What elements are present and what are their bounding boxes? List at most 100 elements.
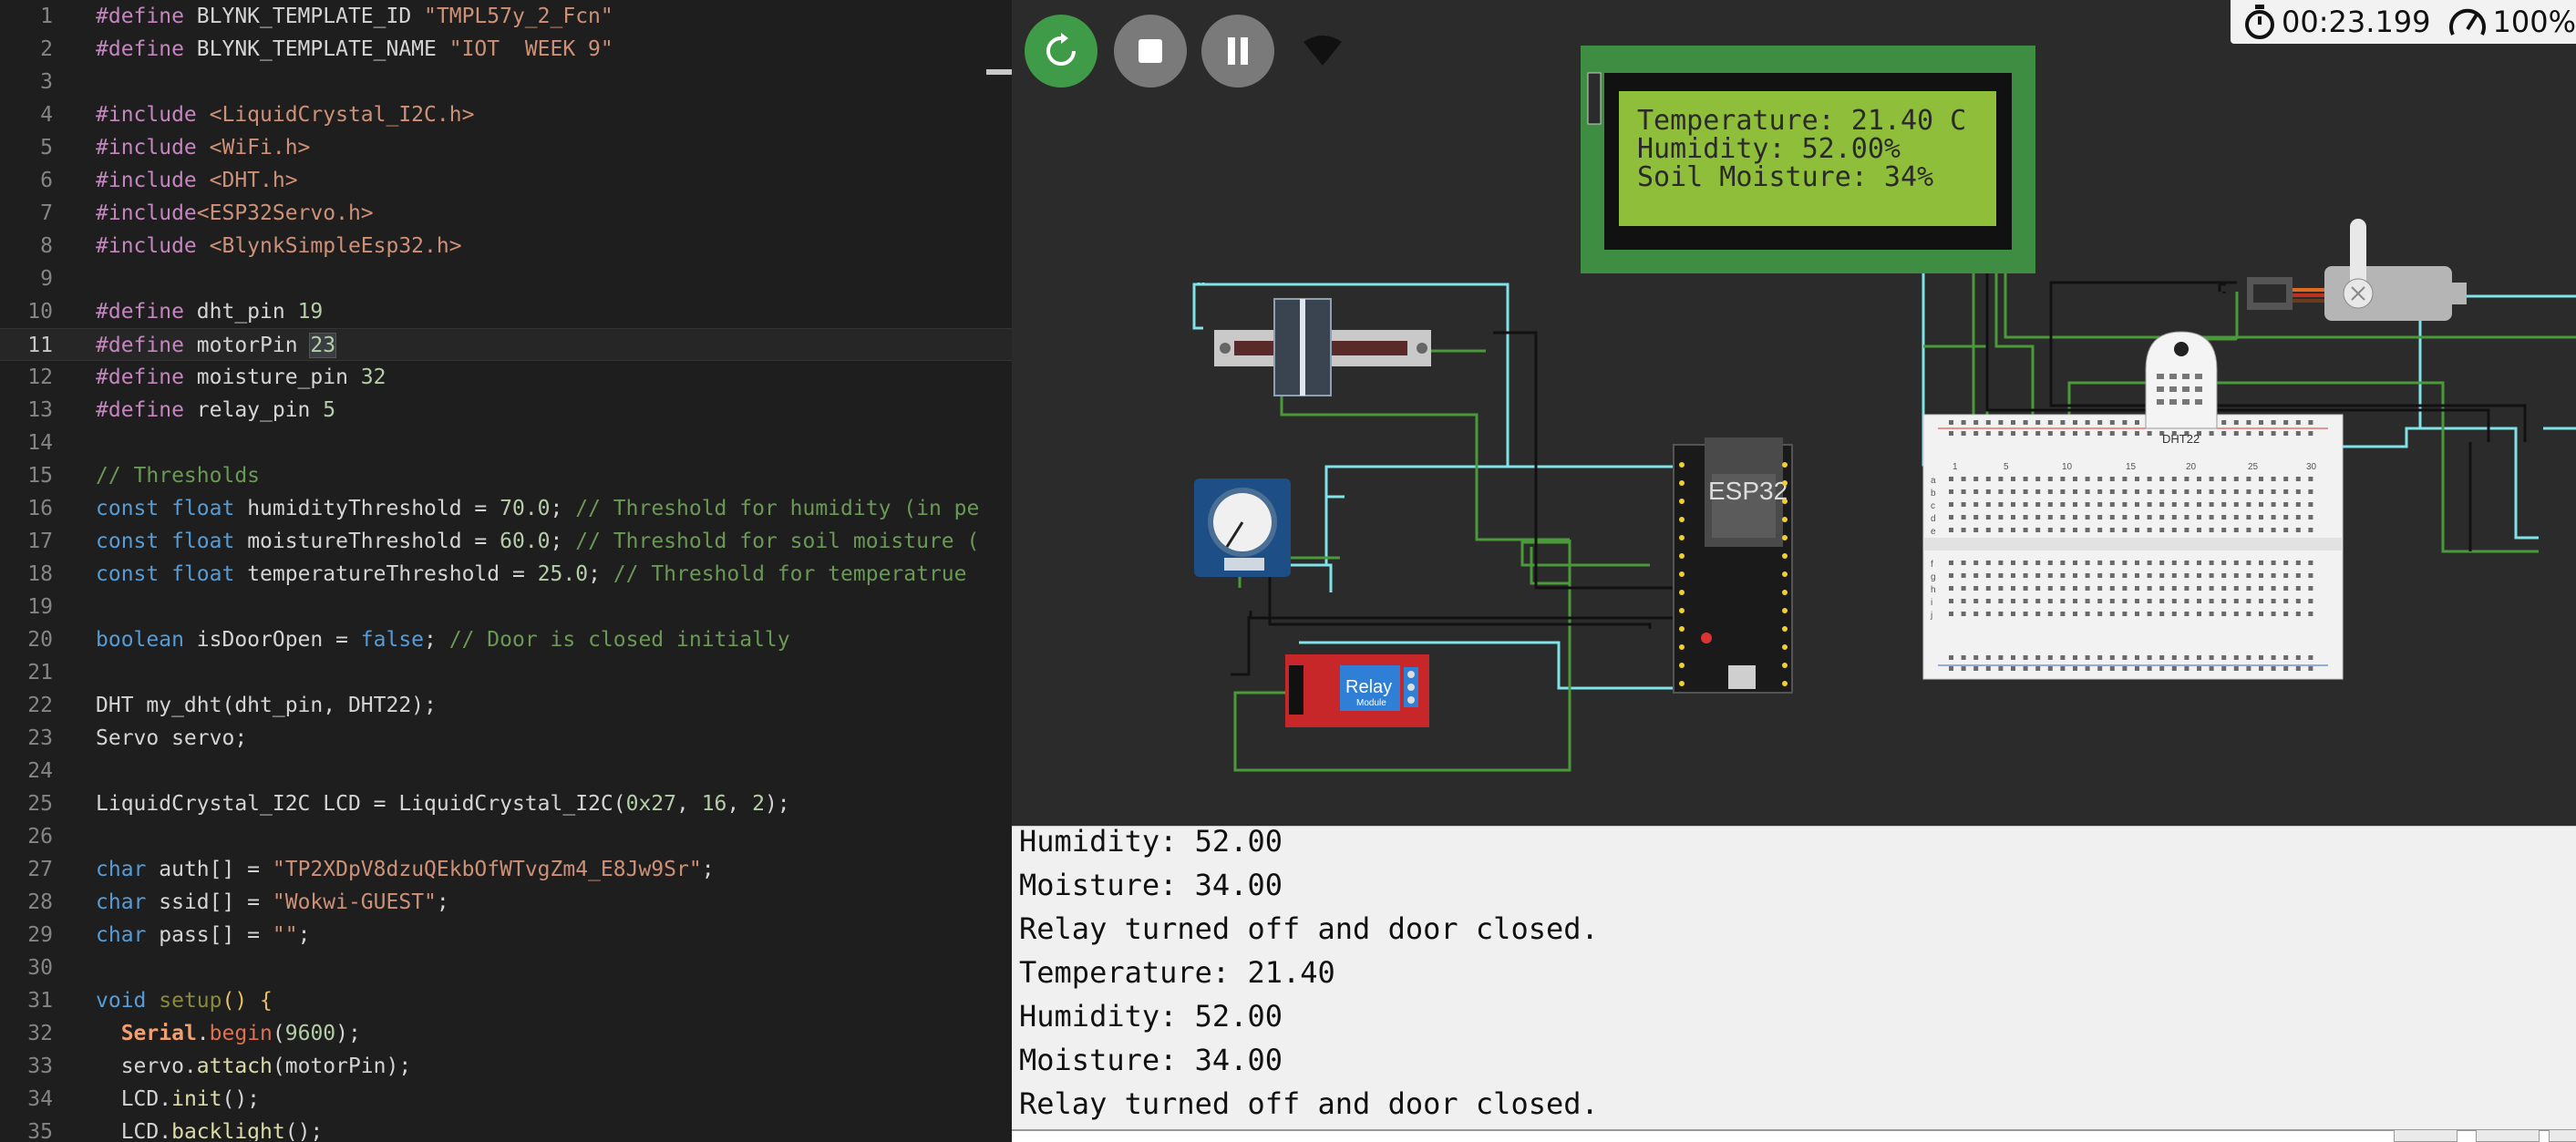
breadboard-hole [2233,655,2239,660]
breadboard-hole [2147,515,2152,520]
code-line[interactable]: 30 [0,952,1012,984]
breadboard-hole [2197,655,2201,660]
breadboard-hole [2271,502,2276,507]
bb-row-h: h [1931,585,1936,595]
code-line[interactable]: 12 #define moisture_pin 32 [0,361,1012,394]
breadboard-hole [2209,515,2214,520]
breadboard[interactable]: 1 5 10 15 20 25 30 a b c d e f g h i j [1922,414,2344,680]
breadboard-hole [2197,477,2201,481]
breadboard-hole [2283,489,2289,494]
code-line-active[interactable]: 11 #define motorPin 23 [0,328,1012,361]
breadboard-hole [2209,599,2214,603]
code-line[interactable]: 21 [0,656,1012,689]
breadboard-hole [2047,599,2053,603]
breadboard-hole [1998,561,2004,565]
code-line[interactable]: 29 char pass[] = ""; [0,919,1012,952]
code-line[interactable]: 33 servo.attach(motorPin); [0,1050,1012,1083]
esp32-board[interactable]: ESP32 [1673,437,1793,694]
slide-potentiometer[interactable] [1214,298,1431,396]
breadboard-hole [2060,477,2066,481]
bb-row-e: e [1931,527,1936,537]
code-line[interactable]: 32 Serial.begin(9600); [0,1017,1012,1050]
breadboard-hole [2097,599,2103,603]
breadboard-hole [2047,561,2053,565]
token: . [196,1022,210,1045]
breadboard-hole [1985,515,1991,520]
relay-label: Relay [1345,677,1392,697]
breadboard-hole [2023,477,2028,481]
simulation-canvas[interactable]: 00:23.199 100% Temperature: 21.40 C Humi… [1012,0,2576,826]
code-line[interactable]: 31 void setup() { [0,984,1012,1017]
lcd-display[interactable]: Temperature: 21.40 C Humidity: 52.00% So… [1581,46,2035,273]
code-line[interactable]: 17 const float moistureThreshold = 60.0; … [0,525,1012,558]
breadboard-hole [2184,515,2190,520]
serial-send-button[interactable] [2394,1129,2458,1142]
circuit-diagram[interactable]: Temperature: 21.40 C Humidity: 52.00% So… [1012,0,2576,826]
breadboard-hole [2308,515,2313,520]
breadboard-hole [2047,586,2053,591]
code-line[interactable]: 18 const float temperatureThreshold = 25.… [0,558,1012,591]
code-line[interactable]: 14 [0,427,1012,459]
breadboard-hole [2159,655,2165,660]
breadboard-hole [1985,666,1991,671]
code-line[interactable]: 6 #include <DHT.h> [0,164,1012,197]
breadboard-hole [2271,599,2276,603]
code-line[interactable]: 27 char auth[] = "TP2XDpV8dzuQEkbOfWTvgZm… [0,853,1012,886]
breadboard-hole [1961,502,1966,507]
breadboard-hole [2011,612,2015,616]
breadboard-hole [2259,666,2263,671]
code-line[interactable]: 4 #include <LiquidCrystal_I2C.h> [0,98,1012,131]
code-line[interactable]: 7 #include<ESP32Servo.h> [0,197,1012,230]
code-line[interactable]: 24 [0,755,1012,787]
breadboard-hole [2233,489,2239,494]
breadboard-hole [1985,502,1991,507]
serial-clear-button[interactable] [2476,1129,2540,1142]
code-line[interactable]: 13 #define relay_pin 5 [0,394,1012,427]
lcd-line-3: Soil Moisture: 34% [1637,161,1933,193]
breadboard-hole [2109,489,2115,494]
code-line[interactable]: 3 [0,66,1012,98]
code-line[interactable]: 15 // Thresholds [0,459,1012,492]
code-line[interactable]: 2 #define BLYNK_TEMPLATE_NAME "IOT WEEK 9… [0,33,1012,66]
code-line[interactable]: 19 [0,591,1012,623]
rotary-potentiometer[interactable] [1194,478,1291,577]
servo-motor[interactable] [2247,219,2467,321]
relay-module[interactable]: Relay Module [1285,654,1429,727]
code-line[interactable]: 10 #define dht_pin 19 [0,295,1012,328]
token: char [96,923,160,947]
breadboard-hole [1961,477,1966,481]
code-line[interactable]: 16 const float humidityThreshold = 70.0; … [0,492,1012,525]
code-line[interactable]: 28 char ssid[] = "Wokwi-GUEST"; [0,886,1012,919]
token: auth[] = [159,858,273,881]
token: humidityThreshold = [247,497,500,520]
lcd-line-1: Temperature: 21.40 C [1637,105,1966,137]
serial-line: Moisture: 34.00 [1019,1043,1283,1077]
breadboard-hole [1949,586,1953,591]
code-line[interactable]: 25 LiquidCrystal_I2C LCD = LiquidCrystal_… [0,787,1012,820]
serial-monitor[interactable]: Humidity: 52.00 Moisture: 34.00 Relay tu… [1012,826,2576,1142]
code-line[interactable]: 20 boolean isDoorOpen = false; // Door is… [0,623,1012,656]
code-line[interactable]: 35 LCD.backlight(); [0,1116,1012,1141]
breadboard-hole [2023,586,2028,591]
code-line[interactable]: 5 #include <WiFi.h> [0,131,1012,164]
breadboard-hole [2221,666,2227,671]
code-line[interactable]: 23 Servo servo; [0,722,1012,755]
code-line[interactable]: 8 #include <BlynkSimpleEsp32.h> [0,230,1012,262]
code-line[interactable]: 9 [0,262,1012,295]
code-line[interactable]: 26 [0,820,1012,853]
code-editor[interactable]: 1 #define BLYNK_TEMPLATE_ID "TMPL57y_2_Fc… [0,0,1012,1141]
breadboard-hole [2147,586,2152,591]
serial-options-button[interactable] [2549,1129,2576,1142]
code-line[interactable]: 22 DHT my_dht(dht_pin, DHT22); [0,689,1012,722]
serial-input-field[interactable] [1012,1129,2576,1142]
token: Servo servo; [96,726,248,750]
breadboard-hole [2135,431,2139,436]
breadboard-hole [2047,489,2053,494]
token: LCD. [96,1120,172,1141]
code-line[interactable]: 1 #define BLYNK_TEMPLATE_ID "TMPL57y_2_Fc… [0,0,1012,33]
dht22-sensor[interactable]: DHT22 [2145,331,2218,446]
breadboard-hole [2023,528,2028,532]
breadboard-hole [2122,561,2128,565]
breadboard-hole [2184,586,2190,591]
code-line[interactable]: 34 LCD.init(); [0,1083,1012,1116]
